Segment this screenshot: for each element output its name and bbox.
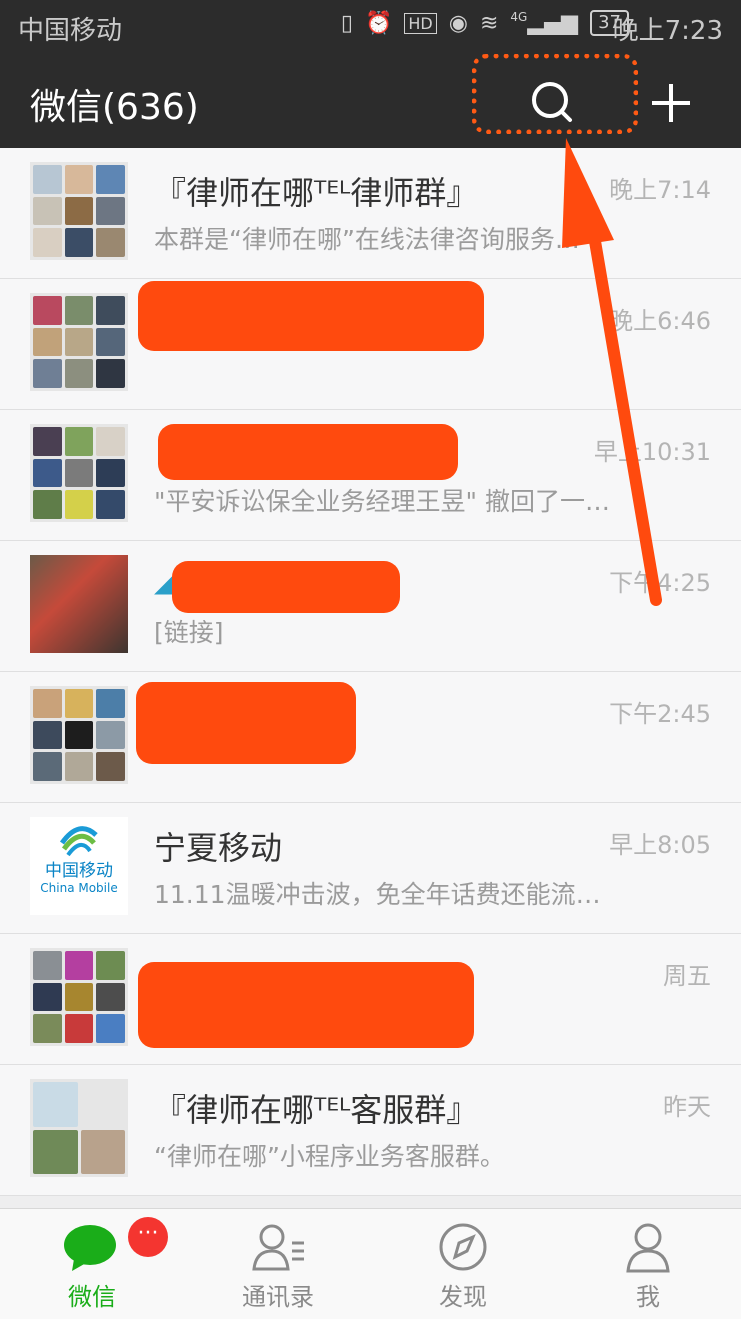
chat-time: 昨天 (663, 1093, 711, 1121)
chat-row[interactable]: 周五 (0, 934, 741, 1065)
tab-label: 通讯录 (242, 1283, 314, 1311)
tab-label: 微信 (68, 1283, 116, 1311)
signal-icon: 4G▂▄▆ (510, 10, 579, 36)
unread-badge: ··· (128, 1217, 168, 1257)
page-title: 微信(636) (30, 87, 199, 128)
clock: 晚上7:23 (612, 16, 723, 46)
status-icons: ▯ ⏰ HD ◉ ≋ 4G▂▄▆ 37 (341, 10, 629, 36)
chat-list[interactable]: 『律师在哪ᵀᴱᴸ律师群』 本群是“律师在哪”在线法律咨询服务… 晚上7:14 晚… (0, 148, 741, 1196)
chat-icon (64, 1225, 116, 1271)
chat-time: 早上8:05 (609, 831, 711, 859)
plus-icon (652, 84, 690, 122)
status-bar: 中国移动 ▯ ⏰ HD ◉ ≋ 4G▂▄▆ 37 晚上7:23 (0, 0, 741, 52)
vibrate-icon: ▯ (340, 10, 353, 36)
redaction-box (136, 682, 356, 764)
discover-icon (439, 1223, 487, 1271)
tab-me[interactable]: 我 (578, 1209, 718, 1319)
chat-row[interactable]: 『律师在哪ᵀᴱᴸ律师群』 本群是“律师在哪”在线法律咨询服务… 晚上7:14 (0, 148, 741, 279)
logo-text-cn: 中国移动 (45, 861, 113, 881)
me-icon (626, 1223, 670, 1273)
bottom-nav: ··· 微信 通讯录 发现 我 (0, 1208, 741, 1319)
chat-preview: 本群是“律师在哪”在线法律咨询服务… (154, 225, 580, 254)
chat-row[interactable]: ◢ [链接] 下午4:25 (0, 541, 741, 672)
redaction-box (158, 424, 458, 480)
group-avatar (30, 293, 128, 391)
chat-row[interactable]: 『律师在哪ᵀᴱᴸ客服群』 “律师在哪”小程序业务客服群。 昨天 (0, 1065, 741, 1196)
group-avatar (30, 424, 128, 522)
china-mobile-logo (59, 826, 98, 857)
chat-name: 宁夏移动 (154, 829, 283, 867)
contact-avatar (30, 555, 128, 653)
chat-time: 周五 (663, 962, 711, 990)
chat-time: 晚上7:14 (609, 176, 711, 204)
tab-contacts[interactable]: 通讯录 (208, 1209, 348, 1319)
eye-icon: ◉ (448, 10, 468, 36)
chat-row[interactable]: 中国移动 China Mobile 宁夏移动 11.11温暖冲击波，免全年话费还… (0, 803, 741, 934)
redaction-box (138, 281, 484, 351)
wifi-icon: ≋ (479, 10, 499, 36)
group-avatar (30, 162, 128, 260)
chat-preview: [链接] (154, 618, 224, 647)
chat-row[interactable]: "平安诉讼保全业务经理王昱" 撤回了一… 早上10:31 (0, 410, 741, 541)
highlight-box (472, 54, 638, 134)
carrier-name: 中国移动 (18, 16, 123, 46)
contacts-icon (252, 1224, 304, 1271)
chat-preview: "平安诉讼保全业务经理王昱" 撤回了一… (154, 487, 610, 516)
tab-chats[interactable]: ··· 微信 (22, 1209, 168, 1319)
group-avatar (30, 948, 128, 1046)
chat-name: 『律师在哪ᵀᴱᴸ律师群』 (154, 174, 479, 212)
redaction-box (172, 561, 400, 613)
chat-time: 下午4:25 (609, 569, 711, 597)
chat-name: 『律师在哪ᵀᴱᴸ客服群』 (154, 1091, 479, 1129)
chat-row[interactable]: 晚上6:46 (0, 279, 741, 410)
group-avatar (30, 1079, 128, 1177)
hd-icon: HD (404, 12, 437, 34)
tab-discover[interactable]: 发现 (393, 1209, 533, 1319)
chat-time: 早上10:31 (593, 438, 711, 466)
chat-time: 晚上6:46 (609, 307, 711, 335)
redaction-box (138, 962, 474, 1048)
official-account-avatar: 中国移动 China Mobile (30, 817, 128, 915)
alarm-icon: ⏰ (364, 10, 393, 36)
tab-label: 我 (636, 1283, 660, 1311)
logo-text-en: China Mobile (40, 881, 118, 895)
chat-row[interactable]: 下午2:45 (0, 672, 741, 803)
chat-time: 下午2:45 (609, 700, 711, 728)
add-button[interactable] (640, 72, 702, 134)
chat-preview: “律师在哪”小程序业务客服群。 (154, 1142, 505, 1171)
chat-preview: 11.11温暖冲击波，免全年话费还能流… (154, 880, 601, 909)
group-avatar (30, 686, 128, 784)
tab-label: 发现 (439, 1283, 487, 1311)
